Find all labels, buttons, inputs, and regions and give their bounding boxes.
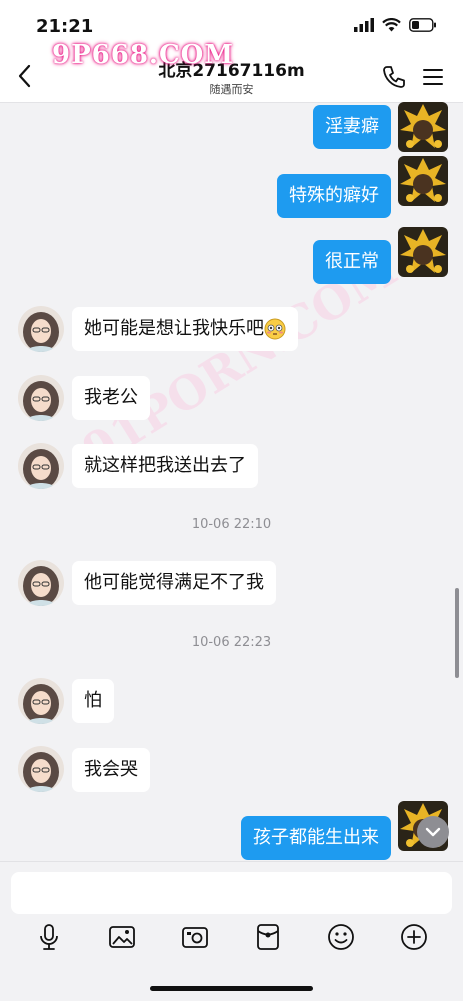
microphone-icon[interactable] — [34, 922, 64, 952]
red-packet-icon[interactable] — [253, 922, 283, 952]
message-bubble-in[interactable]: 我老公 — [72, 376, 150, 420]
emoji-icon[interactable] — [326, 922, 356, 952]
input-area — [0, 861, 463, 1001]
user-avatar[interactable] — [398, 102, 448, 152]
image-icon[interactable] — [107, 922, 137, 952]
input-toolbar — [0, 922, 463, 956]
plus-icon[interactable] — [399, 922, 429, 952]
timestamp: 10-06 22:23 — [191, 635, 272, 650]
chat-area[interactable]: 91PORN.COM 淫妻癖 特殊的癖好 很正常 她可能是想让我快乐吧 我老公 … — [0, 102, 463, 861]
contact-avatar[interactable] — [18, 560, 64, 606]
user-avatar[interactable] — [398, 227, 448, 277]
contact-avatar[interactable] — [18, 678, 64, 724]
status-time: 21:21 — [36, 16, 94, 37]
contact-avatar[interactable] — [18, 746, 64, 792]
contact-avatar[interactable] — [18, 443, 64, 489]
message-bubble-out[interactable]: 孩子都能生出来 — [241, 816, 391, 860]
phone-icon[interactable] — [381, 64, 407, 90]
contact-avatar[interactable] — [18, 375, 64, 421]
battery-icon — [409, 18, 436, 32]
timestamp: 10-06 22:10 — [191, 517, 272, 532]
message-bubble-in[interactable]: 他可能觉得满足不了我 — [72, 561, 276, 605]
menu-icon[interactable] — [420, 64, 446, 90]
message-bubble-in[interactable]: 就这样把我送出去了 — [72, 444, 258, 488]
scroll-to-bottom-button[interactable] — [417, 816, 449, 848]
status-bar: 21:21 — [0, 0, 463, 52]
flushed-face-emoji-icon — [264, 318, 286, 340]
message-bubble-out[interactable]: 特殊的癖好 — [277, 174, 391, 218]
message-bubble-in[interactable]: 我会哭 — [72, 748, 150, 792]
chat-header: 北京27167116m 随遇而安 — [0, 52, 463, 103]
user-avatar[interactable] — [398, 156, 448, 206]
wifi-icon — [382, 18, 401, 32]
message-bubble-out[interactable]: 淫妻癖 — [313, 105, 391, 149]
message-bubble-in[interactable]: 怕 — [72, 679, 114, 723]
chevron-down-icon — [425, 827, 441, 837]
signal-icon — [354, 18, 374, 32]
scrollbar-thumb[interactable] — [455, 588, 459, 678]
home-indicator — [150, 986, 313, 991]
message-bubble-in[interactable]: 她可能是想让我快乐吧 — [72, 307, 298, 351]
camera-icon[interactable] — [180, 922, 210, 952]
message-input[interactable] — [11, 872, 452, 914]
message-text: 她可能是想让我快乐吧 — [84, 318, 264, 339]
message-bubble-out[interactable]: 很正常 — [313, 240, 391, 284]
status-icons — [354, 18, 437, 32]
contact-avatar[interactable] — [18, 306, 64, 352]
